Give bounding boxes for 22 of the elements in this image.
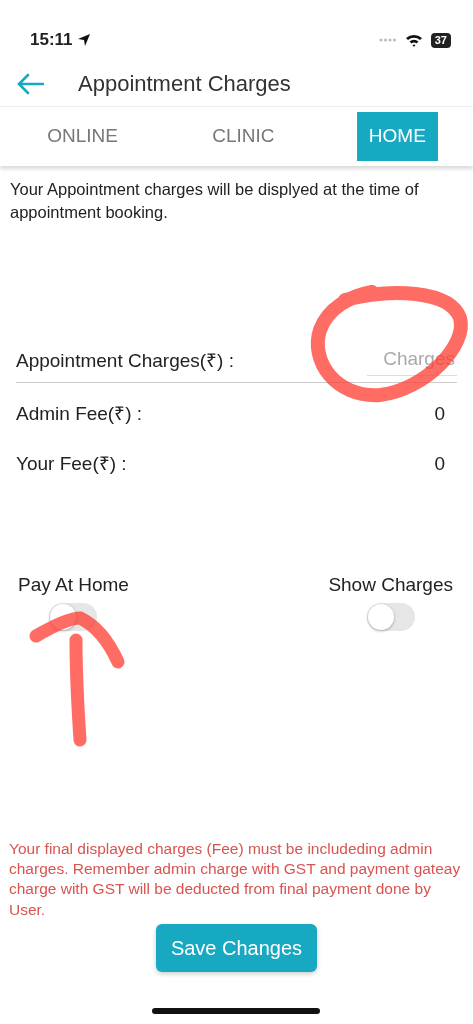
fee-label: Admin Fee(₹) : (16, 402, 143, 427)
fee-value: 0 (434, 402, 445, 427)
save-button[interactable]: Save Changes (155, 923, 318, 972)
tab[interactable]: ONLINE (35, 112, 130, 161)
fee-label: Your Fee(₹) : (16, 452, 127, 477)
location-icon (76, 33, 91, 47)
warning-text: Your final displayed charges (Fee) must be includeding admin charges. Remember admin charge with GST and payment gateay charge with GST will be deducted from final payment done by User. (9, 839, 462, 920)
fee-value: 0 (434, 452, 445, 477)
wifi-icon (404, 33, 423, 47)
tab[interactable]: HOME (356, 112, 438, 161)
field-label: Appointment Charges(₹) : (16, 349, 234, 374)
toggle-label: Show Charges (328, 572, 453, 597)
back-button[interactable] (16, 71, 44, 95)
info-text: Your Appointment charges will be displyed at the time of appointment booking. (10, 179, 420, 224)
page-title: Appointment Charges (78, 69, 291, 98)
battery-indicator: 37 (430, 32, 451, 48)
status-time: 15:11 (30, 29, 73, 52)
back-arrow-icon (16, 72, 44, 95)
signal-icon (378, 38, 397, 42)
toggle-switch[interactable] (366, 603, 415, 632)
tab[interactable]: CLINIC (200, 112, 287, 161)
toggle-label: Pay At Home (18, 572, 129, 597)
